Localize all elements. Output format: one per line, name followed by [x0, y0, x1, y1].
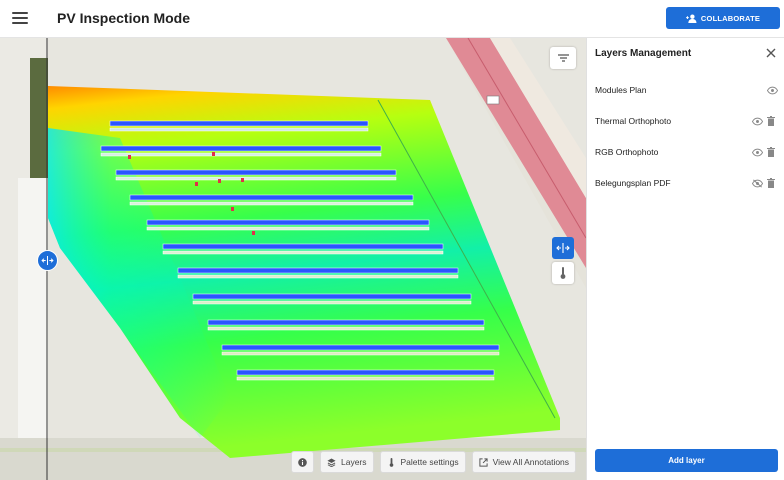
temperature-button[interactable] — [552, 262, 574, 284]
page-title: PV Inspection Mode — [57, 10, 191, 26]
split-view-button[interactable] — [552, 237, 574, 259]
filter-button[interactable] — [550, 47, 576, 69]
layer-row-thermal-orthophoto[interactable]: Thermal Orthophoto — [587, 113, 784, 131]
eye-off-icon[interactable] — [752, 179, 763, 188]
view-annotations-label: View All Annotations — [492, 457, 570, 467]
layers-button[interactable]: Layers — [320, 451, 374, 473]
palette-settings-button[interactable]: Palette settings — [379, 451, 466, 473]
hamburger-menu-icon[interactable] — [12, 12, 28, 24]
filter-icon — [557, 54, 569, 62]
split-slider-handle[interactable] — [37, 250, 58, 271]
collaborate-button[interactable]: COLLABORATE — [666, 7, 780, 29]
split-arrows-icon — [556, 243, 570, 253]
eye-icon[interactable] — [752, 117, 763, 126]
info-button[interactable] — [291, 451, 314, 473]
add-user-icon — [686, 14, 697, 23]
layer-row-belegungsplan-pdf[interactable]: Belegungsplan PDF — [587, 175, 784, 193]
layer-row-modules-plan[interactable]: Modules Plan — [587, 82, 784, 100]
info-icon — [298, 457, 307, 467]
add-layer-button[interactable]: Add layer — [595, 449, 778, 472]
panel-title: Layers Management — [595, 48, 692, 59]
layer-row-rgb-orthophoto[interactable]: RGB Orthophoto — [587, 144, 784, 162]
layers-panel: Layers Management Modules Plan Thermal O… — [586, 38, 784, 480]
layer-label: RGB Orthophoto — [595, 147, 659, 157]
eye-icon[interactable] — [767, 86, 778, 95]
view-annotations-button[interactable]: View All Annotations — [471, 451, 577, 473]
open-external-icon — [479, 457, 488, 467]
close-icon[interactable] — [765, 47, 777, 59]
trash-icon[interactable] — [767, 178, 775, 188]
thermal-orthophoto-map — [0, 38, 586, 480]
trash-icon[interactable] — [767, 147, 775, 157]
layers-icon — [327, 457, 336, 467]
map-bottom-toolbar: Layers Palette settings View All Annotat… — [291, 451, 577, 473]
thermometer-icon — [560, 267, 566, 279]
layer-label: Thermal Orthophoto — [595, 116, 672, 126]
layers-label: Layers — [341, 457, 367, 467]
layer-label: Modules Plan — [595, 85, 647, 95]
palette-settings-label: Palette settings — [400, 457, 459, 467]
eye-icon[interactable] — [752, 148, 763, 157]
trash-icon[interactable] — [767, 116, 775, 126]
layer-label: Belegungsplan PDF — [595, 178, 671, 188]
collaborate-label: COLLABORATE — [700, 13, 761, 23]
top-bar: PV Inspection Mode COLLABORATE — [0, 0, 784, 38]
map-viewport[interactable] — [0, 38, 586, 480]
thermometer-icon — [389, 457, 393, 467]
split-arrows-icon — [41, 256, 54, 265]
